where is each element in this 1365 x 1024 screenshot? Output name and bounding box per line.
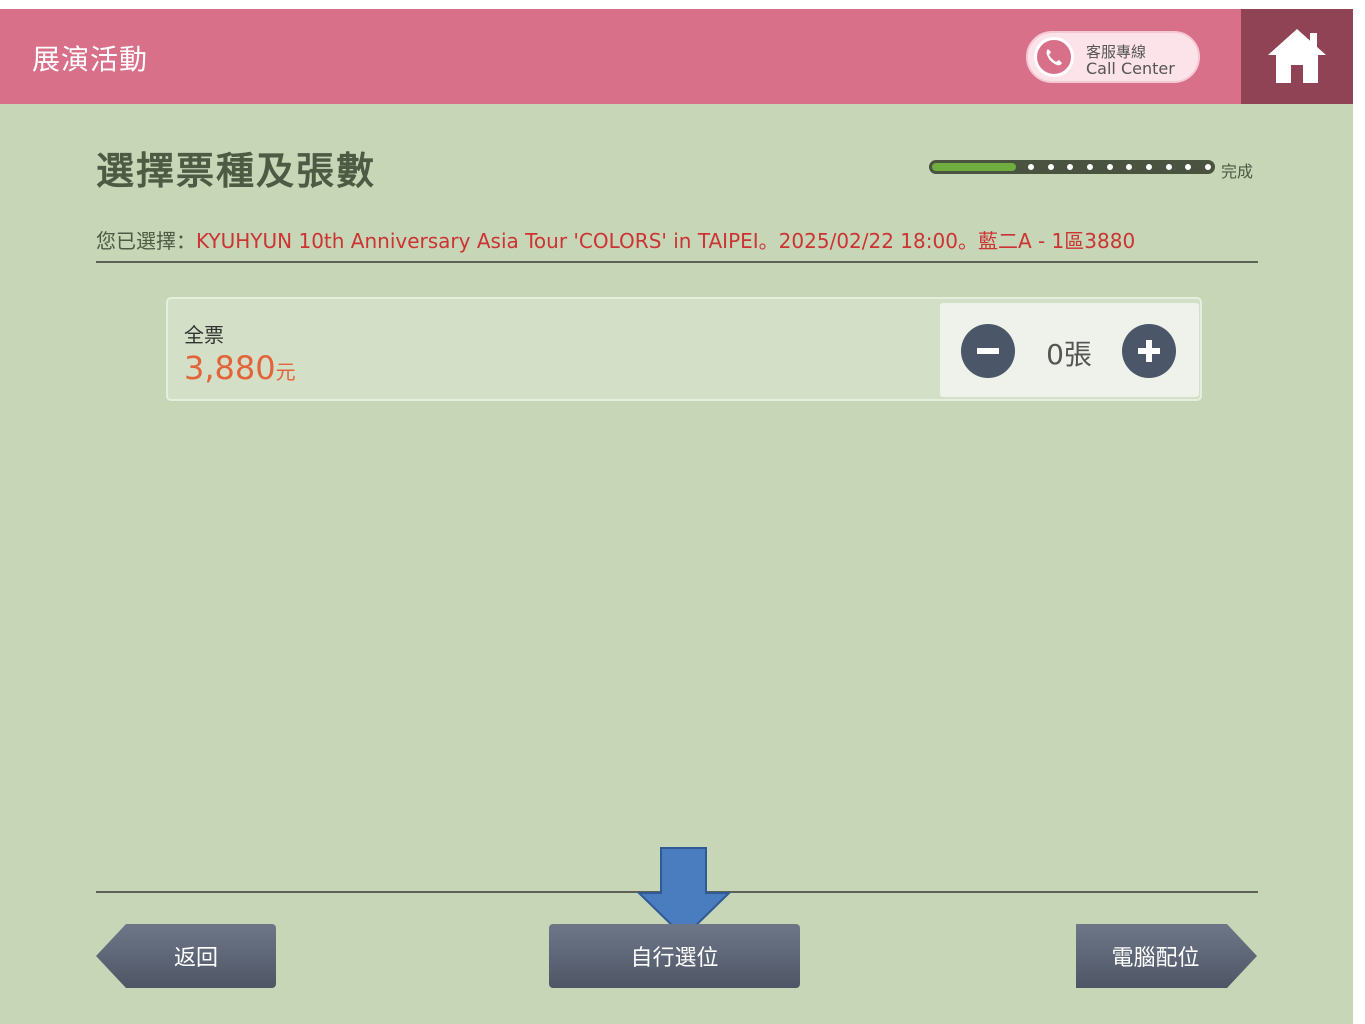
divider-top — [96, 261, 1258, 263]
top-strip — [0, 0, 1365, 9]
page-title: 選擇票種及張數 — [96, 149, 377, 193]
ticket-price-unit: 元 — [275, 360, 296, 384]
progress-label: 完成 — [1221, 162, 1254, 181]
auto-assign-seat-label: 電腦配位 — [1111, 946, 1200, 971]
progress-fill — [932, 163, 1016, 171]
ticket-price: 3,880元 — [184, 349, 296, 387]
progress-dot — [1146, 164, 1152, 170]
auto-assign-seat-button[interactable]: 電腦配位 — [1076, 924, 1257, 988]
header-bar: 展演活動 客服專線 Call Center — [0, 9, 1241, 104]
progress-dot — [1048, 164, 1054, 170]
ticket-type-row: 全票 3,880元 0張 — [166, 297, 1202, 401]
quantity-stepper: 0張 — [940, 303, 1199, 397]
progress-dot — [1126, 164, 1132, 170]
header-title: 展演活動 — [32, 43, 149, 76]
progress-dot — [1185, 164, 1191, 170]
decrease-quantity-button[interactable] — [961, 324, 1015, 378]
progress-bar — [929, 160, 1215, 174]
call-center-label-en: Call Center — [1086, 59, 1175, 78]
progress-dot — [1087, 164, 1093, 170]
right-edge — [1353, 9, 1365, 1024]
phone-icon — [1034, 37, 1074, 77]
home-button[interactable] — [1241, 9, 1353, 104]
progress-dot — [1028, 164, 1034, 170]
minus-icon — [977, 348, 999, 354]
progress-dot — [1205, 164, 1211, 170]
progress-dot — [1107, 164, 1113, 170]
quantity-value: 0張 — [1046, 338, 1092, 371]
progress-dot — [1166, 164, 1172, 170]
ticket-name: 全票 — [184, 323, 224, 347]
increase-quantity-button[interactable] — [1122, 324, 1176, 378]
home-icon — [1268, 29, 1326, 83]
progress-dot — [1067, 164, 1073, 170]
ticket-price-value: 3,880 — [184, 349, 276, 387]
main-content: 選擇票種及張數 完成 您已選擇：KYUHYUN 10th Anniversary… — [0, 104, 1353, 1024]
plus-icon — [1138, 340, 1160, 362]
self-select-seat-button[interactable]: 自行選位 — [549, 924, 800, 988]
selection-detail: KYUHYUN 10th Anniversary Asia Tour 'COLO… — [196, 229, 1136, 253]
back-button[interactable]: 返回 — [96, 924, 276, 988]
self-select-seat-label: 自行選位 — [630, 946, 719, 971]
selection-prefix: 您已選擇： — [96, 229, 196, 253]
back-button-label: 返回 — [173, 946, 218, 971]
selection-summary: 您已選擇：KYUHYUN 10th Anniversary Asia Tour … — [96, 225, 1135, 254]
call-center-button[interactable]: 客服專線 Call Center — [1026, 31, 1200, 83]
